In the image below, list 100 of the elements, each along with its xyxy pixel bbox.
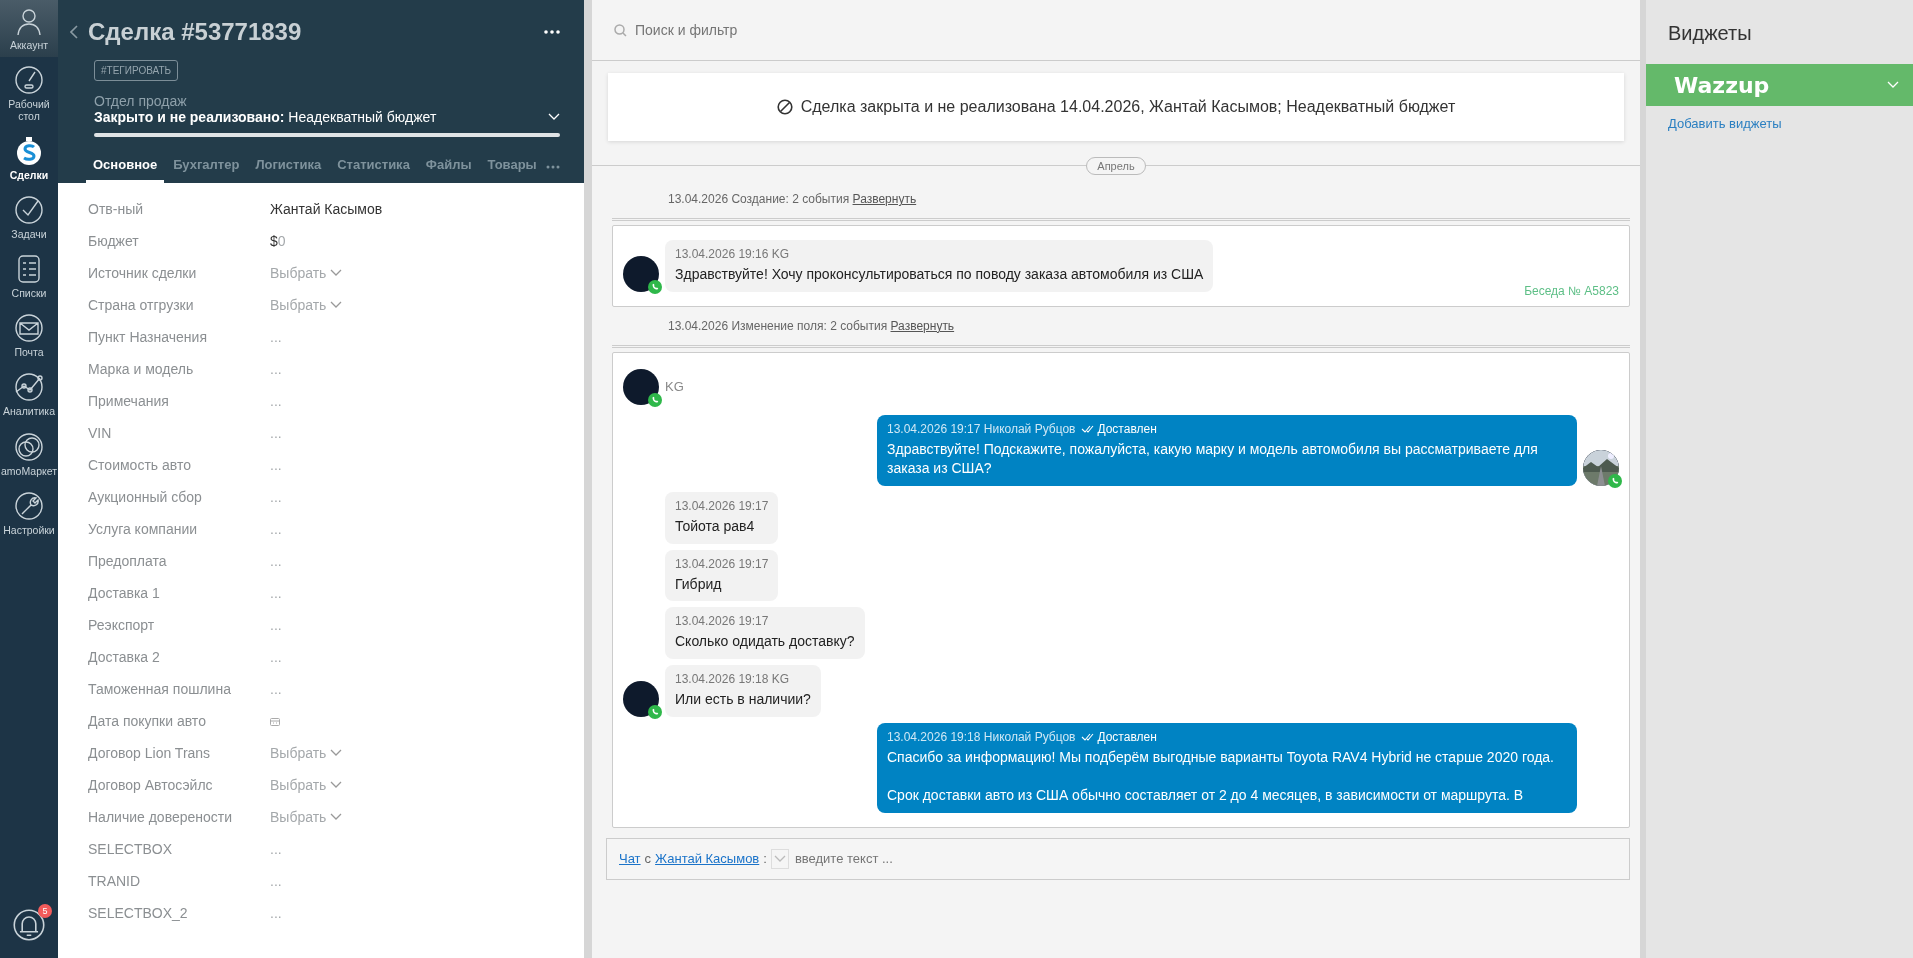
field-value[interactable]: ... [270,521,282,537]
nav-item[interactable]: Сделки [0,128,58,188]
expand-link[interactable]: Развернуть [890,318,955,333]
chat-link[interactable]: Чат [619,851,641,867]
field-value[interactable]: ... [270,489,282,505]
field-value[interactable]: ... [270,457,282,473]
chat-badge-icon [1608,473,1622,488]
widget-header[interactable]: Wazzup [1646,64,1913,106]
widgets-title: Виджеты [1667,21,1753,46]
message-meta: 13.04.2026 19:18 Николай Рубцов [887,730,1076,745]
chat-badge-icon [648,705,662,720]
nav-item[interactable]: Почта [0,305,58,365]
field-label: Страна отгрузки [88,297,195,313]
message-meta: 13.04.2026 19:17 Николай Рубцов [887,421,1076,436]
tab[interactable]: Бухгалтер [166,157,247,183]
message-meta: 13.04.2026 19:16 KG [675,247,790,261]
colon-text: : [763,851,767,867]
field-label: Таможенная пошлина [88,681,232,697]
speedometer-icon [14,65,44,96]
avatar-icon [623,368,659,405]
message-meta: 13.04.2026 19:17 [675,498,769,513]
message-text: Гибрид [675,574,723,594]
message-text: Здравствуйте! Подскажите, пожалуйста, какую марку и модель автомобиля вы рассматриваете для заказа из США? [887,439,1539,478]
message-text: Или есть в наличии? [675,690,811,710]
nav-item[interactable]: Аналитика [0,364,58,424]
connector-text: с [644,851,652,867]
event-summary: 13.04.2026 Создание: 2 события Развернуть [668,192,918,206]
add-widgets-link[interactable]: Добавить виджеты [1668,116,1913,131]
prohibited-icon [776,99,793,115]
field-value[interactable]: ... [270,649,282,665]
field-value[interactable]: ... [270,393,282,409]
tab[interactable]: Логистика [248,157,329,183]
delivery-status: Доставлен [1097,730,1157,745]
avatar-icon [623,255,659,292]
select-dropdown[interactable]: Выбрать [270,745,343,761]
field-label: SELECTBOX [88,841,174,857]
chevron-down-icon [773,854,786,863]
field-label: Пункт Назначения [88,329,208,345]
message-text: Здравствуйте! Хочу проконсультироваться по поводу заказа автомобиля из США [675,265,1204,284]
tag-button[interactable]: #ТЕГИРОВАТЬ [94,60,179,81]
tab[interactable]: Файлы [418,157,479,183]
field-label: Договор Автосэйлс [88,777,214,793]
field-value[interactable]: ... [270,329,282,345]
nav-item[interactable]: Настройки [0,482,58,542]
budget-value[interactable]: $0 [270,233,286,249]
delivery-status: Доставлен [1097,421,1157,436]
deal-status[interactable]: Закрыто и не реализовано: Неадекватный бюджет [94,109,437,125]
chat-badge-icon [648,279,662,294]
tab[interactable]: Товары [480,157,544,183]
field-label: Марка и модель [88,361,195,377]
expand-link[interactable]: Развернуть [852,192,917,206]
closed-deal-message: Сделка закрыта и не реализована 14.04.2026, Жантай Касымов; Неадекватный бюджет [800,98,1456,116]
field-value[interactable]: ... [270,841,282,857]
tab[interactable]: Статистика [330,157,417,183]
search-icon [614,23,627,37]
select-dropdown[interactable]: Выбрать [270,809,343,825]
select-dropdown[interactable]: Выбрать [270,265,343,281]
field-value[interactable]: Жантай Касымов [270,201,383,217]
field-label: SELECTBOX_2 [88,905,189,921]
search-field[interactable]: Поиск и фильтр [633,21,1037,39]
field-value[interactable]: ... [270,873,282,889]
field-label: Доставка 2 [88,649,161,665]
message-text: Сколько одидать доставку? [675,632,855,652]
field-value[interactable]: ... [270,905,282,921]
double-check-icon [1081,733,1096,742]
checkmark-icon [14,195,44,226]
chevron-down-icon [548,113,560,121]
field-value[interactable]: ... [270,553,282,569]
nav-item[interactable]: amoМаркет [0,423,58,483]
chevron-down-icon [330,269,343,277]
select-dropdown[interactable]: Выбрать [270,777,343,793]
user-icon [14,6,44,36]
back-icon[interactable] [70,25,78,39]
field-label: Предоплата [88,553,168,569]
nav-item[interactable]: Рабочий стол [0,57,58,129]
contact-link[interactable]: Жантай Касымов [655,851,760,867]
field-value[interactable]: ... [270,617,282,633]
field-value[interactable]: ... [270,425,282,441]
pipeline-name: Отдел продаж [94,93,188,109]
field-label: Примечания [88,393,170,409]
conversation-number[interactable]: Беседа № A5823 [1524,283,1619,298]
nav-item[interactable]: Списки [0,246,58,306]
wrench-icon [14,490,44,521]
field-value[interactable]: ... [270,361,282,377]
field-value[interactable]: ... [270,681,282,697]
field-label: Источник сделки [88,265,198,281]
field-label: Дата покупки авто [88,713,207,729]
field-label: Реэкспорт [88,617,156,633]
chevron-down-icon [330,781,343,789]
select-dropdown[interactable]: Выбрать [270,297,343,313]
deal-title: Сделка #53771839 [88,18,303,46]
nav-item[interactable]: Задачи [0,187,58,247]
chart-icon [14,372,44,403]
calendar-icon[interactable] [270,716,280,726]
month-label: Апрель [1086,157,1146,175]
chat-badge-icon [648,392,662,407]
message-input[interactable]: введите текст ... [792,850,973,868]
field-value[interactable]: ... [270,585,282,601]
nav-item[interactable]: Аккаунт [0,0,58,58]
more-icon[interactable] [544,30,560,34]
